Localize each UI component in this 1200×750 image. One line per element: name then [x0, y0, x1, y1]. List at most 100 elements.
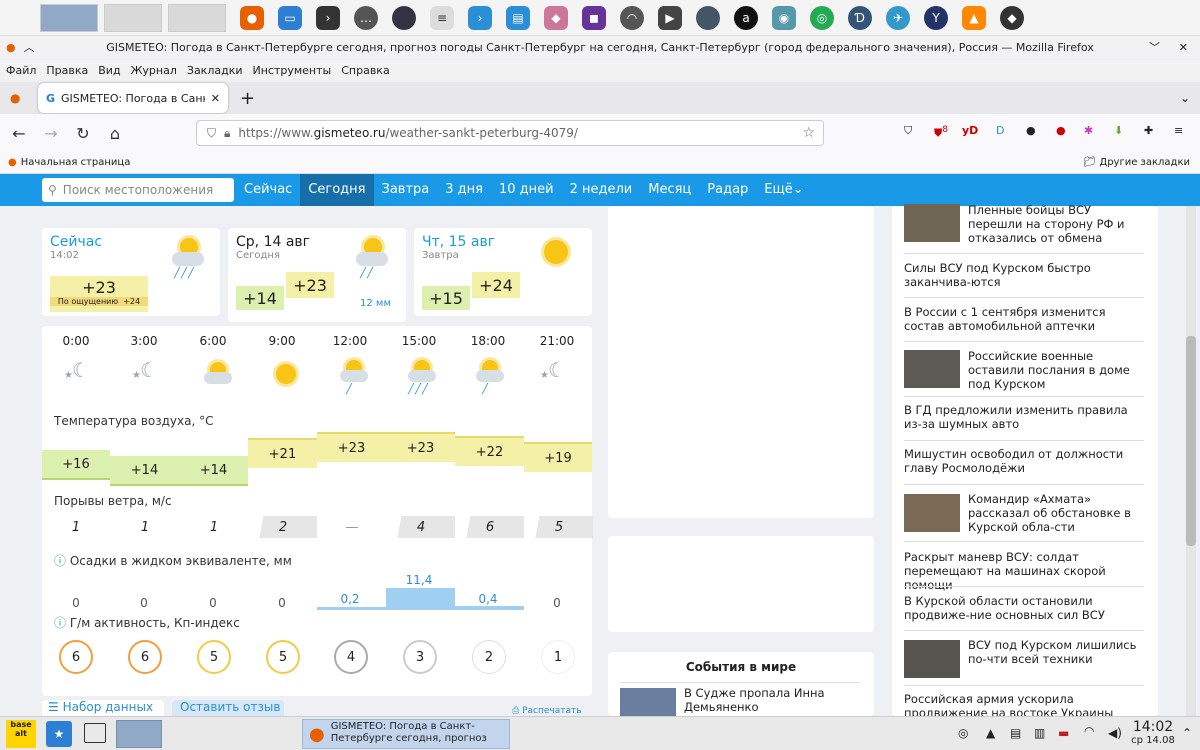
news-item[interactable]: Российская армия ускорила продвижение на…: [904, 692, 1144, 716]
list-tabs-icon[interactable]: ⌄: [1180, 91, 1190, 105]
volume-icon[interactable]: ◀): [1108, 726, 1122, 740]
location-search[interactable]: ⚲ Поиск местоположения: [42, 178, 234, 202]
tray-icon-1[interactable]: ◎: [958, 726, 968, 740]
yd-extension[interactable]: yD: [962, 124, 978, 137]
dataset-button[interactable]: ☰ Набор данных: [42, 700, 164, 716]
lock-icon[interactable]: 🔒︎: [224, 126, 230, 141]
home-icon[interactable]: ⌂: [102, 120, 128, 146]
scrollbar-thumb[interactable]: [1186, 336, 1196, 546]
terminal-icon[interactable]: ›: [316, 5, 340, 30]
wifi-icon[interactable]: ◠: [1084, 724, 1094, 738]
app-icon-4[interactable]: ◼: [582, 5, 606, 30]
clipboard-icon[interactable]: ▤: [1010, 726, 1021, 740]
files-icon[interactable]: ▭: [278, 5, 302, 30]
menu-tools[interactable]: Инструменты: [253, 64, 332, 77]
workspace-3[interactable]: [168, 3, 226, 32]
app-icon-8[interactable]: Ɗ: [848, 5, 872, 30]
extension-icon-3[interactable]: ✱: [1084, 124, 1093, 137]
nav-month[interactable]: Месяц: [640, 174, 699, 206]
clock[interactable]: 14:02 ср 14.08: [1130, 719, 1176, 746]
firefox-view-icon[interactable]: ●: [10, 91, 20, 105]
page-scrollbar[interactable]: [1186, 206, 1196, 716]
webcam-icon[interactable]: ◉: [772, 5, 796, 30]
vlc-icon[interactable]: ▲: [962, 5, 986, 30]
document-icon[interactable]: ≡: [430, 5, 454, 30]
news-thumbnail[interactable]: [904, 350, 960, 388]
news-item[interactable]: Мишустин освободил от должности главу Ро…: [904, 447, 1144, 475]
news-item[interactable]: Силы ВСУ под Курском быстро заканчива-ют…: [904, 261, 1144, 289]
media-icon[interactable]: ▶: [658, 5, 682, 30]
url-bar[interactable]: ⛉ 🔒︎ https://www.gismeteo.ru/weather-san…: [196, 120, 824, 146]
nav-more[interactable]: Ещё⌄: [756, 174, 811, 206]
extension-icon-2[interactable]: ●: [1056, 124, 1066, 137]
nav-2weeks[interactable]: 2 недели: [562, 174, 641, 206]
app-icon-5[interactable]: [696, 5, 720, 30]
news-thumbnail[interactable]: [904, 204, 960, 242]
menu-icon[interactable]: ≡: [1174, 124, 1183, 137]
print-link[interactable]: ⎙ Распечатать: [512, 706, 582, 716]
firefox-icon[interactable]: ●: [240, 5, 264, 30]
files-icon[interactable]: ★: [46, 721, 72, 747]
world-news-item[interactable]: В Судже пропала Инна Демьяненко: [684, 686, 864, 714]
show-desktop-icon[interactable]: [84, 723, 106, 743]
tab-gismeteo[interactable]: G GISMETEO: Погода в Санкт-Пет ✕: [38, 83, 228, 113]
extension-icon-1[interactable]: ●: [1026, 124, 1036, 137]
bookmark-home[interactable]: Начальная страница: [21, 157, 131, 168]
nav-10days[interactable]: 10 дней: [491, 174, 562, 206]
app-icon-10[interactable]: ◆: [1000, 5, 1024, 30]
menu-history[interactable]: Журнал: [131, 64, 177, 77]
info-icon[interactable]: ⓘ: [54, 554, 66, 568]
taskbar-firefox-window[interactable]: ● GISMETEO: Погода в Санкт-Петербурге се…: [302, 719, 510, 749]
news-item[interactable]: Пленные бойцы ВСУ перешли на сторону РФ …: [968, 203, 1144, 245]
more-apps-icon[interactable]: …: [354, 5, 378, 30]
shield-icon[interactable]: ⛉: [207, 126, 216, 141]
tray-expand-icon[interactable]: ⌃: [1182, 726, 1192, 740]
reload-icon[interactable]: ↻: [70, 120, 96, 146]
tab-close-icon[interactable]: ✕: [211, 92, 220, 105]
app-icon-7[interactable]: ◎: [810, 5, 834, 30]
info-icon[interactable]: ⓘ: [54, 616, 66, 630]
news-thumbnail[interactable]: [620, 688, 676, 716]
other-bookmarks[interactable]: 📁︎ Другие закладки: [1084, 157, 1191, 168]
yandex-icon[interactable]: Y: [924, 5, 948, 30]
tray-icon-2[interactable]: ▲: [986, 726, 995, 740]
nav-tomorrow[interactable]: Завтра: [374, 174, 438, 206]
nav-now[interactable]: Сейчас: [236, 174, 300, 206]
today-card[interactable]: Ср, 14 авг Сегодня +14 +23 ╱╱ 12 мм: [228, 228, 406, 322]
tomorrow-card[interactable]: Чт, 15 авг Завтра +15 +24: [414, 228, 592, 316]
news-item[interactable]: Командир «Ахмата» рассказал об обстановк…: [968, 492, 1144, 534]
workspace-1[interactable]: [40, 3, 98, 32]
tray-icon-3[interactable]: ▥: [1034, 726, 1045, 740]
app-icon-9[interactable]: ✈: [886, 5, 910, 30]
bookmark-star-icon[interactable]: ☆: [802, 125, 815, 141]
news-thumbnail[interactable]: [904, 640, 960, 678]
news-thumbnail[interactable]: [904, 494, 960, 532]
nav-radar[interactable]: Радар: [699, 174, 756, 206]
ublock-icon[interactable]: ⛊8: [934, 124, 948, 141]
menu-help[interactable]: Справка: [341, 64, 389, 77]
app-icon-1[interactable]: [392, 5, 416, 30]
now-card[interactable]: Сейчас 14:02 +23 По ощущению +24 ╱╱╱: [42, 228, 220, 316]
extension-d-icon[interactable]: D: [996, 124, 1004, 137]
headphones-icon[interactable]: ◠: [620, 5, 644, 30]
menu-file[interactable]: Файл: [6, 64, 36, 77]
feedback-button[interactable]: Оставить отзыв: [172, 700, 284, 716]
menu-edit[interactable]: Правка: [46, 64, 88, 77]
menu-view[interactable]: Вид: [98, 64, 120, 77]
keyboard-layout-icon[interactable]: ▬: [1058, 726, 1069, 740]
news-item[interactable]: В Курской области остановили продвиже-ни…: [904, 594, 1144, 622]
new-tab-icon[interactable]: +: [240, 88, 255, 109]
app-icon-6[interactable]: a: [734, 5, 758, 30]
app-icon-3[interactable]: ▤: [506, 5, 530, 30]
minimize-icon[interactable]: ﹀: [1149, 39, 1160, 55]
news-item[interactable]: ВСУ под Курском лишились по-чти всей тех…: [968, 638, 1144, 666]
close-icon[interactable]: ✕: [1179, 41, 1188, 54]
pocket-icon[interactable]: ⛉: [904, 124, 912, 138]
download-icon[interactable]: ⬇: [1114, 124, 1123, 137]
app-icon-2[interactable]: ›: [468, 5, 492, 30]
nav-3days[interactable]: 3 дня: [437, 174, 491, 206]
extensions-icon[interactable]: ✚: [1144, 124, 1153, 137]
forward-icon[interactable]: →: [38, 120, 64, 146]
gimp-icon[interactable]: ◆: [544, 5, 568, 30]
news-item[interactable]: В России с 1 сентября изменится состав а…: [904, 305, 1144, 333]
